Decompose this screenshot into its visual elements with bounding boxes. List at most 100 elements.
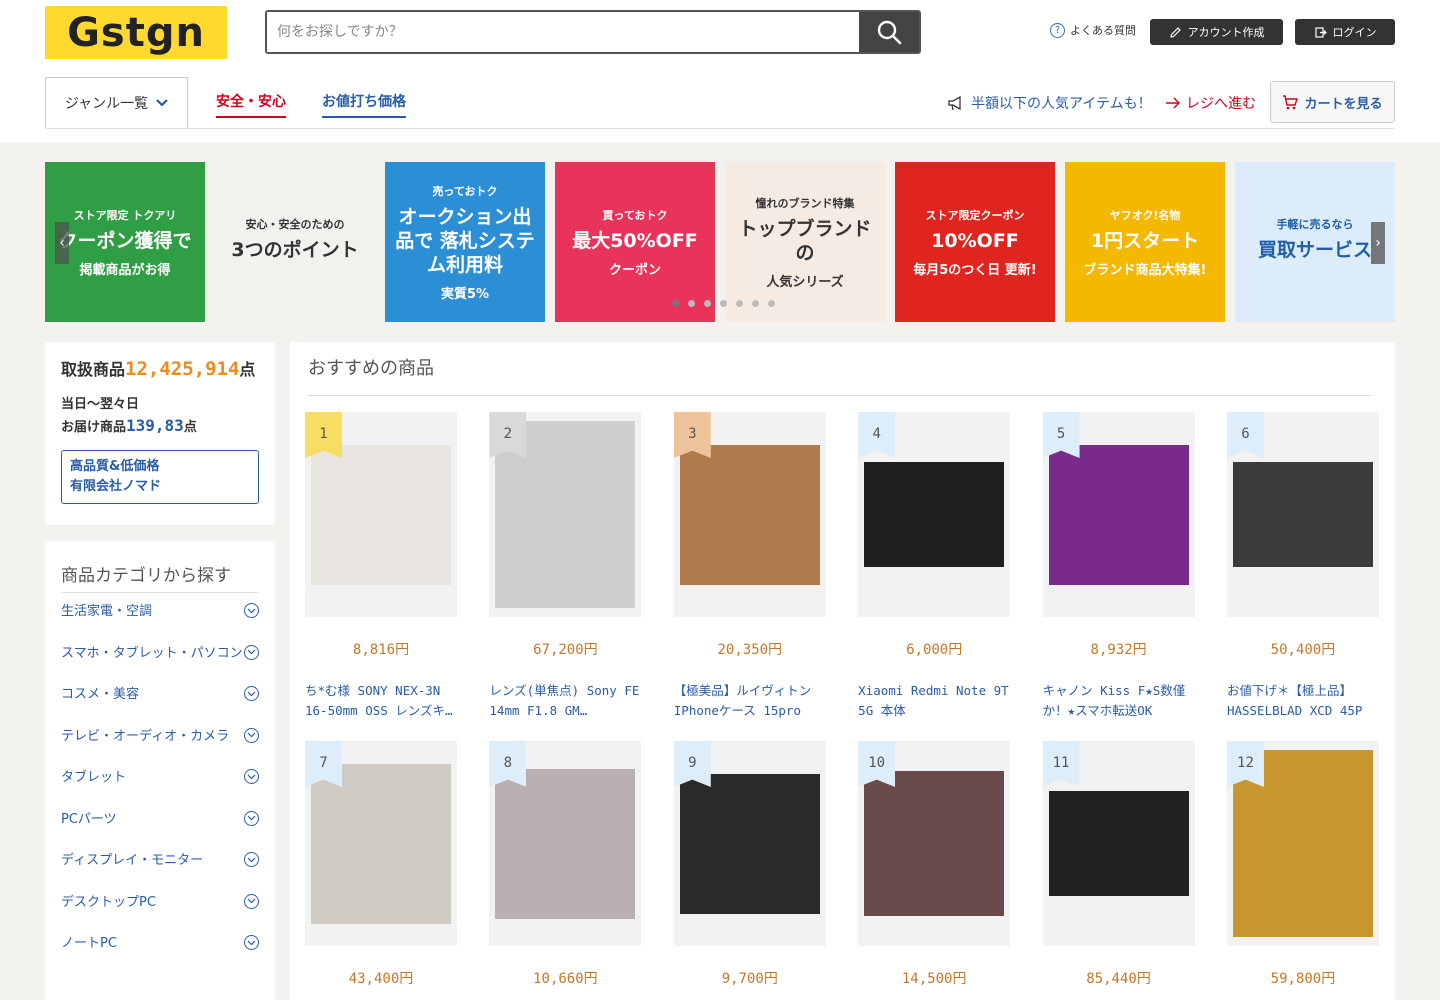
banner-line-2: 買取サービス <box>1257 239 1372 261</box>
category-item[interactable]: デスクトップPC <box>61 890 259 932</box>
total-label: 取扱商品 <box>61 360 126 379</box>
product-card[interactable]: 4 6,000円 Xiaomi Redmi Note 9T 5G 本体 <box>858 412 1011 721</box>
chevron-down-icon <box>244 893 259 909</box>
tab-safe[interactable]: 安全・安心 <box>216 91 286 118</box>
product-price: 85,440円 <box>1086 971 1151 987</box>
product-thumbnail[interactable]: 9 <box>673 741 826 946</box>
genre-dropdown[interactable]: ジャンル一覧 <box>45 77 188 128</box>
tab-discount[interactable]: お値打ち価格 <box>322 91 406 118</box>
product-thumbnail[interactable]: 2 <box>489 412 642 617</box>
banner-line-2: 3つのポイント <box>231 239 359 261</box>
carousel-dot[interactable] <box>672 300 679 307</box>
view-cart-button[interactable]: カートを見る <box>1270 81 1395 123</box>
banner-line-3: 毎月5のつく日 更新! <box>913 262 1037 278</box>
cart-icon <box>1283 94 1299 109</box>
banner-line-3: 掲載商品がお得 <box>79 262 171 278</box>
product-image <box>311 763 451 924</box>
search-button[interactable] <box>859 12 919 52</box>
product-thumbnail[interactable]: 6 <box>1226 412 1379 617</box>
category-item[interactable]: スマホ・タブレット・パソコン <box>61 641 259 683</box>
category-item[interactable]: タブレット <box>61 765 259 807</box>
create-account-label: アカウント作成 <box>1187 26 1265 39</box>
recommended-title: おすすめの商品 <box>308 354 1371 396</box>
pencil-icon <box>1169 26 1181 38</box>
product-card[interactable]: 2 67,200円レンズ(単焦点) Sony FE 14mm F1.8 GM SE… <box>489 412 642 721</box>
product-title[interactable]: レンズ(単焦点) Sony FE 14mm F1.8 GM SEL14F18GM <box>489 681 641 721</box>
product-card[interactable]: 7 43,400円 <box>305 741 457 1000</box>
category-item[interactable]: ディスプレイ・モニター <box>61 848 259 890</box>
category-panel: 商品カテゴリから探す 生活家電・空調 スマホ・タブレット・パソコン コスメ・美容 テレ… <box>45 541 275 1000</box>
carousel-dot[interactable] <box>768 300 775 307</box>
product-thumbnail[interactable]: 1 <box>305 412 457 617</box>
promo-banner[interactable]: ストア限定 トクアリ クーポン獲得で 掲載商品がお得 <box>45 162 205 322</box>
category-label: デスクトップPC <box>61 894 156 910</box>
product-card[interactable]: 5 8,932円 キャノン Kiss F★S数僅か！★スマホ転送OK <box>1042 412 1195 721</box>
carousel-prev-button[interactable]: ‹ <box>55 222 69 264</box>
login-button[interactable]: ログイン <box>1295 19 1395 45</box>
product-thumbnail[interactable]: 12 <box>1226 741 1379 946</box>
product-title[interactable]: 【極美品】ルイヴィトン IPhoneケース 15pro <box>674 681 826 721</box>
banner-line-1: ヤフオク!名物 <box>1109 208 1181 222</box>
banner-line-1: 憧れのブランド特集 <box>755 196 855 210</box>
promo-link[interactable]: 半額以下の人気アイテムも！ <box>948 93 1152 113</box>
product-card[interactable]: 1 8,816円 ち*む様 SONY NEX-3N 16-50mm OSS レンズキ… <box>305 412 457 721</box>
category-title: 商品カテゴリから探す <box>61 561 259 593</box>
product-thumbnail[interactable]: 8 <box>489 741 642 946</box>
shop-banner[interactable]: 高品質&低価格 有限会社ノマド <box>61 450 259 504</box>
banner-line-2: オークション出品で 落札システム利用料 <box>395 205 535 276</box>
product-grid: 1 8,816円 ち*む様 SONY NEX-3N 16-50mm OSS レンズキ… <box>305 412 1380 1000</box>
create-account-button[interactable]: アカウント作成 <box>1150 19 1283 45</box>
product-title[interactable]: ち*む様 SONY NEX-3N 16-50mm OSS レンズキット <box>305 681 457 721</box>
product-title[interactable]: キャノン Kiss F★S数僅か！★スマホ転送OK <box>1043 681 1195 721</box>
banner-line-3: ブランド商品大特集! <box>1083 262 1207 278</box>
carousel-dot[interactable] <box>736 300 743 307</box>
delivery-label-1: 当日〜翌々日 <box>61 397 140 412</box>
product-thumbnail[interactable]: 3 <box>673 412 826 617</box>
search-input[interactable] <box>267 12 859 52</box>
product-card[interactable]: 9 9,700円 <box>673 741 826 1000</box>
banner-line-2: 最大50%OFF <box>572 229 698 252</box>
promo-banner[interactable]: 買っておトク 最大50%OFF クーポン <box>555 162 715 322</box>
delivery-unit: 点 <box>183 420 197 435</box>
promo-banner[interactable]: ヤフオク!名物 1円スタート ブランド商品大特集! <box>1065 162 1225 322</box>
product-price: 20,350円 <box>717 642 783 658</box>
carousel-next-button[interactable]: › <box>1371 222 1385 264</box>
product-thumbnail[interactable]: 10 <box>858 741 1011 946</box>
category-item[interactable]: コスメ・美容 <box>61 682 259 724</box>
product-thumbnail[interactable]: 4 <box>858 412 1011 617</box>
promo-banner[interactable]: ストア限定クーポン 10%OFF 毎月5のつく日 更新! <box>895 162 1055 322</box>
promo-banner[interactable]: 売っておトク オークション出品で 落札システム利用料 実質5% <box>385 162 545 322</box>
category-item[interactable]: ノートPC <box>61 931 259 973</box>
faq-link[interactable]: ? よくある質問 <box>1050 22 1136 38</box>
product-thumbnail[interactable]: 11 <box>1042 741 1195 946</box>
product-card[interactable]: 8 10,660円 <box>489 741 642 1000</box>
promo-banner[interactable]: 憧れのブランド特集 トップブランドの 人気シリーズ <box>725 162 885 322</box>
product-title[interactable]: Xiaomi Redmi Note 9T 5G 本体 <box>858 681 1010 721</box>
banner-line-2: クーポン獲得で <box>58 229 192 252</box>
carousel-dot[interactable] <box>720 300 727 307</box>
product-title[interactable]: お値下げ＊【極上品】HASSELBLAD XCD 45P <box>1227 681 1379 721</box>
carousel-dot[interactable] <box>688 300 695 307</box>
product-card[interactable]: 10 14,500円 <box>858 741 1011 1000</box>
product-thumbnail[interactable]: 5 <box>1042 412 1195 617</box>
product-price: 10,660円 <box>533 971 598 987</box>
chevron-down-icon <box>156 99 168 107</box>
product-card[interactable]: 11 85,440円 <box>1042 741 1195 1000</box>
carousel-dot[interactable] <box>752 300 759 307</box>
rank-badge: 11 <box>1042 741 1080 787</box>
category-item[interactable]: 生活家電・空調 <box>61 599 259 641</box>
product-card[interactable]: 12 59,800円 <box>1226 741 1379 1000</box>
carousel-dot[interactable] <box>704 300 711 307</box>
product-thumbnail[interactable]: 7 <box>305 741 457 946</box>
product-card[interactable]: 3 20,350円【極美品】ルイヴィトン IPhoneケース 15pro <box>673 412 826 721</box>
product-price: 59,800円 <box>1270 971 1336 987</box>
product-card[interactable]: 6 50,400円 お値下げ＊【極上品】HASSELBLAD XCD 45P <box>1226 412 1379 721</box>
checkout-link[interactable]: レジへ進む <box>1165 93 1256 113</box>
product-price: 14,500円 <box>901 971 967 987</box>
category-item[interactable]: PCパーツ <box>61 807 259 849</box>
site-logo[interactable]: Gstgn <box>45 6 227 59</box>
banner-line-1: 手軽に売るなら <box>1276 218 1354 231</box>
chevron-down-icon <box>244 644 259 660</box>
category-item[interactable]: テレビ・オーディオ・カメラ <box>61 724 259 766</box>
promo-banner[interactable]: 安心・安全のための 3つのポイント <box>215 162 375 322</box>
